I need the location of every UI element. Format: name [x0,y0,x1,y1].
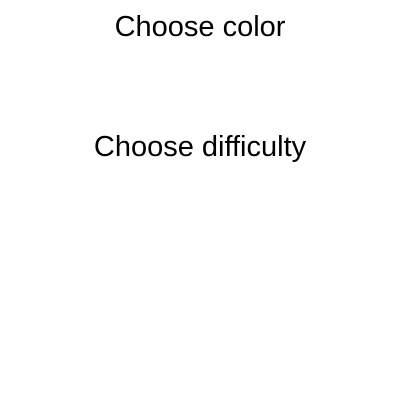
choose-color-heading: Choose color [114,11,286,43]
choose-difficulty-heading: Choose difficulty [93,131,307,163]
